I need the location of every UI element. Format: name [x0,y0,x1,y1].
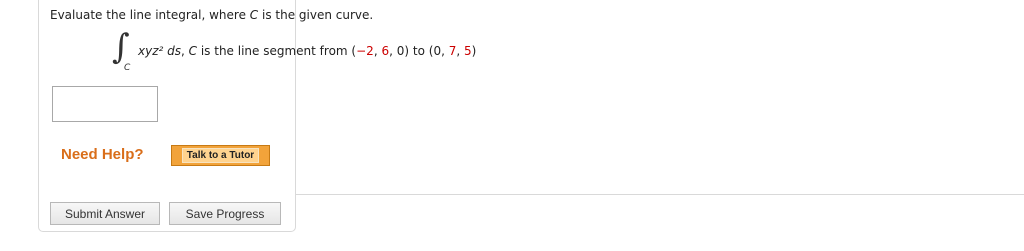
question-prompt: Evaluate the line integral, where C is t… [50,8,373,22]
curve-description: is the line segment from [197,44,352,58]
talk-to-tutor-label: Talk to a Tutor [181,148,260,163]
integral-subscript: C [124,63,131,73]
integral-symbol: ∫ [112,27,130,67]
start-y: 6 [381,44,390,58]
prompt-curve-variable: C [249,8,259,22]
start-point: (−2, 6, 0) [351,44,410,58]
end-z: 5 [464,44,472,58]
section-divider [295,194,1024,195]
to-word: to [409,44,429,58]
need-help-label: Need Help? [61,146,144,163]
answer-input[interactable] [52,86,158,122]
start-x: −2 [356,44,374,58]
end-y: 7 [448,44,457,58]
submit-answer-button[interactable]: Submit Answer [50,202,160,225]
separator: , [181,44,189,58]
integrand: xyz² ds [138,44,181,58]
prompt-text-start: Evaluate the line integral, where [50,8,250,22]
prompt-text-end: is the given curve. [258,8,374,22]
end-x: 0 [433,44,442,58]
curve-variable: C [188,44,198,58]
talk-to-tutor-button[interactable]: Talk to a Tutor [171,145,270,166]
integral-expression: xyz² ds, C is the line segment from (−2,… [138,44,476,58]
end-point: (0, 7, 5) [428,44,477,58]
save-progress-button[interactable]: Save Progress [169,202,281,225]
